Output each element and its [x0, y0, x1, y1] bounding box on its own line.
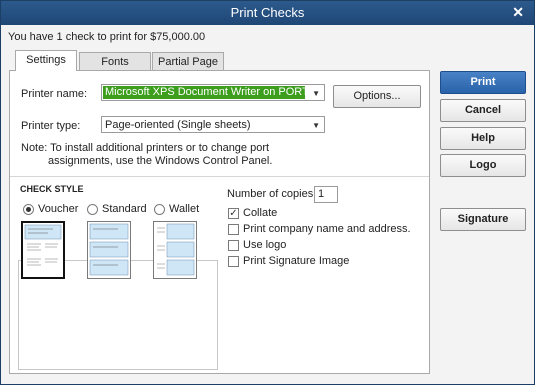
printer-type-select[interactable]: Page-oriented (Single sheets) ▼ [101, 116, 325, 133]
copies-input[interactable]: 1 [314, 186, 338, 203]
print-button[interactable]: Print [440, 71, 526, 94]
voucher-label[interactable]: Voucher [38, 203, 78, 215]
printer-name-select[interactable]: Microsoft XPS Document Writer on PORTP..… [101, 84, 325, 101]
use-logo-checkbox[interactable] [228, 240, 239, 251]
voucher-check-preview[interactable] [21, 221, 65, 279]
printer-name-label: Printer name: [21, 88, 88, 100]
wallet-check-preview[interactable] [153, 221, 197, 279]
settings-panel: Printer name: Microsoft XPS Document Wri… [9, 70, 430, 374]
printer-name-value: Microsoft XPS Document Writer on PORTP..… [103, 86, 305, 99]
printer-type-label: Printer type: [21, 120, 81, 132]
collate-label[interactable]: Collate [243, 207, 277, 219]
print-company-label[interactable]: Print company name and address. [243, 223, 411, 235]
window-title: Print Checks [230, 5, 305, 20]
tab-fonts[interactable]: Fonts [79, 52, 151, 71]
print-company-checkbox[interactable] [228, 224, 239, 235]
voucher-check-icon [24, 224, 62, 266]
copies-label: Number of copies: [227, 188, 317, 200]
check-summary: You have 1 check to print for $75,000.00 [8, 31, 206, 43]
tab-partial-page[interactable]: Partial Page [152, 52, 224, 71]
tab-settings[interactable]: Settings [15, 50, 77, 71]
cancel-button[interactable]: Cancel [440, 99, 526, 122]
check-style-heading: CHECK STYLE [18, 184, 86, 194]
print-signature-checkbox[interactable] [228, 256, 239, 267]
tab-fonts-label: Fonts [101, 56, 129, 68]
help-button[interactable]: Help [440, 127, 526, 150]
print-checks-dialog: Print Checks ✕ You have 1 check to print… [0, 0, 535, 385]
tab-settings-label: Settings [26, 54, 66, 66]
printer-note: Note: To install additional printers or … [21, 142, 270, 154]
use-logo-label[interactable]: Use logo [243, 239, 286, 251]
chevron-down-icon: ▼ [312, 89, 320, 98]
collate-checkbox[interactable]: ✓ [228, 208, 239, 219]
wallet-check-icon [157, 223, 195, 276]
wallet-radio[interactable] [154, 204, 165, 215]
signature-button[interactable]: Signature [440, 208, 526, 231]
options-button[interactable]: Options... [333, 85, 421, 108]
standard-radio[interactable] [87, 204, 98, 215]
standard-label[interactable]: Standard [102, 203, 147, 215]
voucher-radio[interactable] [23, 204, 34, 215]
standard-check-icon [89, 223, 129, 276]
tab-partial-page-label: Partial Page [158, 56, 218, 68]
divider [10, 176, 429, 177]
chevron-down-icon: ▼ [312, 121, 320, 130]
title-bar: Print Checks ✕ [1, 1, 534, 25]
print-signature-label[interactable]: Print Signature Image [243, 255, 349, 267]
logo-button[interactable]: Logo [440, 154, 526, 177]
wallet-label[interactable]: Wallet [169, 203, 199, 215]
close-icon[interactable]: ✕ [512, 4, 524, 21]
printer-type-value: Page-oriented (Single sheets) [105, 119, 251, 131]
standard-check-preview[interactable] [87, 221, 131, 279]
printer-note-line2: assignments, use the Windows Control Pan… [48, 155, 273, 167]
